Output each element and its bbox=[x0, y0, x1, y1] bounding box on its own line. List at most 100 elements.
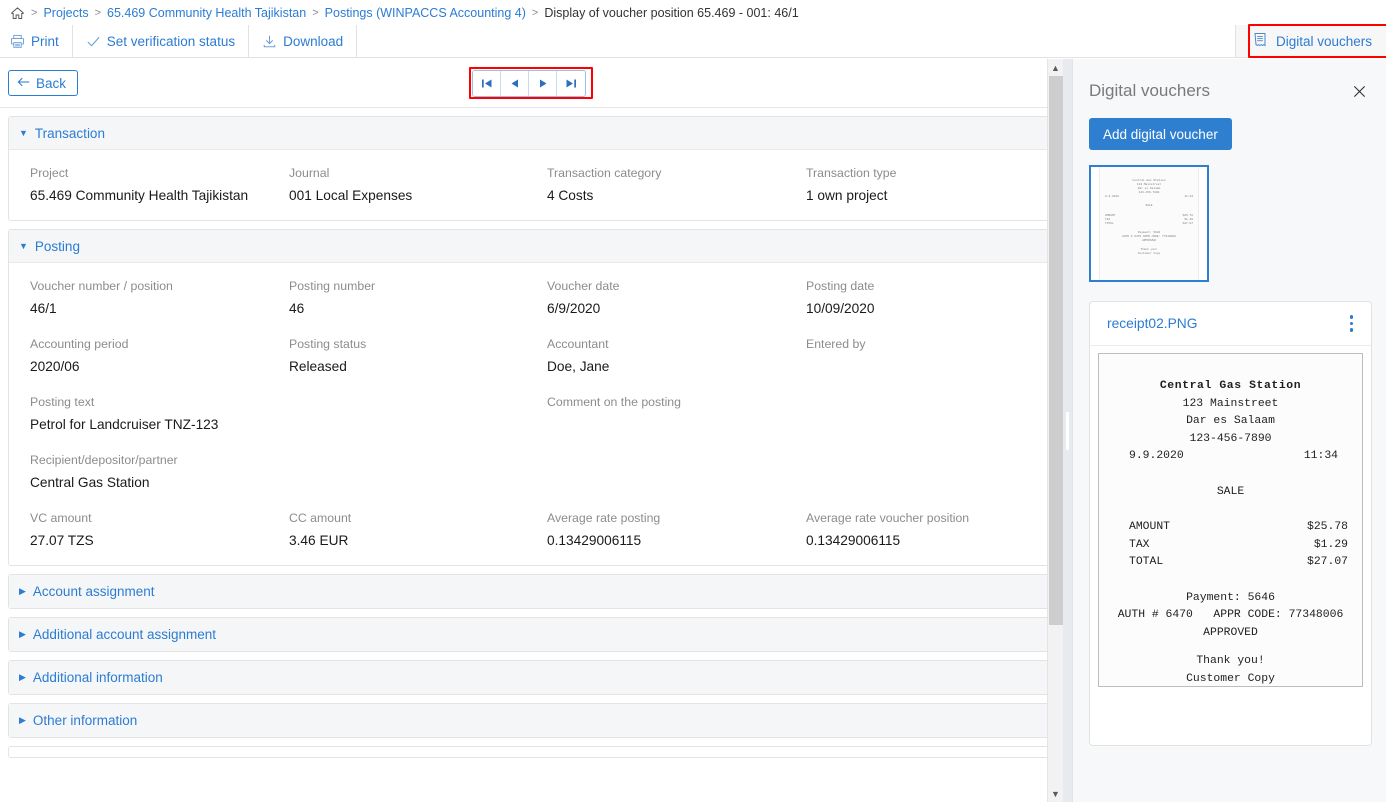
section-other-information-header[interactable]: ▶ Other information bbox=[9, 704, 1054, 737]
scrollbar-thumb[interactable] bbox=[1049, 76, 1063, 625]
section-additional-account-assignment-header[interactable]: ▶ Additional account assignment bbox=[9, 618, 1054, 651]
digital-vouchers-header: Digital vouchers bbox=[1073, 59, 1386, 107]
download-icon bbox=[262, 34, 277, 49]
breadcrumb-item-projects[interactable]: Projects bbox=[43, 6, 88, 20]
breadcrumb-item-postings[interactable]: Postings (WINPACCS Accounting 4) bbox=[325, 6, 526, 20]
field-label: Posting date bbox=[806, 279, 1044, 293]
field-label: Project bbox=[30, 166, 268, 180]
section-additional-account-assignment-title: Additional account assignment bbox=[33, 627, 216, 642]
breadcrumb-item-project[interactable]: 65.469 Community Health Tajikistan bbox=[107, 6, 306, 20]
pager-previous-button[interactable] bbox=[501, 71, 529, 96]
print-button[interactable]: Print bbox=[0, 25, 73, 57]
receipt-time: 11:34 bbox=[1304, 448, 1338, 466]
add-digital-voucher-button[interactable]: Add digital voucher bbox=[1089, 118, 1232, 150]
field-value: 4 Costs bbox=[547, 188, 785, 206]
back-label: Back bbox=[36, 76, 66, 91]
voucher-icon bbox=[1252, 32, 1268, 51]
section-posting-body: Voucher number / position 46/1 Posting n… bbox=[9, 263, 1054, 565]
field-label: Transaction category bbox=[547, 166, 785, 180]
toolbar-right-group: Digital vouchers bbox=[1235, 25, 1386, 57]
receipt-line: TOTAL $27.07 bbox=[1129, 554, 1348, 572]
toolbar: Print Set verification status Download D… bbox=[0, 25, 1386, 58]
section-transaction-header[interactable]: ▼ Transaction bbox=[9, 117, 1054, 150]
breadcrumb-separator-1: > bbox=[95, 7, 101, 19]
digital-vouchers-title: Digital vouchers bbox=[1089, 81, 1210, 101]
field-comment-on-posting: Comment on the posting bbox=[526, 395, 1043, 435]
section-account-assignment: ▶ Account assignment bbox=[8, 574, 1055, 609]
receipt-street: 123 Mainstreet bbox=[1107, 396, 1354, 414]
digital-voucher-document[interactable]: Central Gas Station 123 Mainstreet Dar e… bbox=[1098, 353, 1363, 687]
receipt-type: SALE bbox=[1107, 484, 1354, 502]
field-value: 0.13429006115 bbox=[806, 533, 1044, 551]
field-value: 0.13429006115 bbox=[547, 533, 785, 551]
voucher-filename-link[interactable]: receipt02.PNG bbox=[1107, 316, 1198, 331]
field-value bbox=[547, 417, 1043, 435]
field-posting-status: Posting status Released bbox=[268, 337, 526, 377]
field-value: 46 bbox=[289, 301, 526, 319]
receipt-phone: 123-456-7890 bbox=[1107, 431, 1354, 449]
mini-time: 11:34 bbox=[1184, 195, 1193, 199]
pane-splitter[interactable] bbox=[1063, 59, 1072, 802]
field-cc-amount: CC amount 3.46 EUR bbox=[268, 511, 526, 551]
field-label: Voucher number / position bbox=[30, 279, 268, 293]
scroll-up-arrow[interactable]: ▲ bbox=[1048, 59, 1063, 76]
receipt-city: Dar es Salaam bbox=[1107, 413, 1354, 431]
section-posting-header[interactable]: ▼ Posting bbox=[9, 230, 1054, 263]
digital-voucher-document-wrap: Central Gas Station 123 Mainstreet Dar e… bbox=[1090, 346, 1371, 687]
receipt-merchant: Central Gas Station bbox=[1107, 378, 1354, 396]
caret-right-icon: ▶ bbox=[19, 716, 26, 725]
field-label: Average rate voucher position bbox=[806, 511, 1044, 525]
section-account-assignment-header[interactable]: ▶ Account assignment bbox=[9, 575, 1054, 608]
field-accountant: Accountant Doe, Jane bbox=[526, 337, 785, 377]
field-posting-date: Posting date 10/09/2020 bbox=[785, 279, 1044, 319]
pager-last-button[interactable] bbox=[557, 71, 585, 96]
set-verification-status-button[interactable]: Set verification status bbox=[73, 25, 249, 57]
digital-vouchers-toggle-button[interactable]: Digital vouchers bbox=[1235, 25, 1386, 57]
field-label: Entered by bbox=[806, 337, 1044, 351]
caret-down-icon: ▼ bbox=[19, 242, 28, 251]
receipt-line-value: $1.29 bbox=[1314, 537, 1348, 555]
field-value: 001 Local Expenses bbox=[289, 188, 526, 206]
field-value: 27.07 TZS bbox=[30, 533, 268, 551]
receipt-line-label: TOTAL bbox=[1129, 554, 1163, 572]
section-additional-information-header[interactable]: ▶ Additional information bbox=[9, 661, 1054, 694]
field-row: Project 65.469 Community Health Tajikist… bbox=[9, 160, 1054, 206]
home-icon[interactable] bbox=[10, 6, 25, 21]
section-partial-next bbox=[8, 746, 1055, 758]
back-button[interactable]: Back bbox=[8, 70, 78, 96]
field-label: Average rate posting bbox=[547, 511, 785, 525]
pager-next-button[interactable] bbox=[529, 71, 557, 96]
field-label: Voucher date bbox=[547, 279, 785, 293]
printer-icon bbox=[10, 34, 25, 49]
receipt-line-label: TAX bbox=[1129, 537, 1150, 555]
field-transaction-type: Transaction type 1 own project bbox=[785, 166, 1044, 206]
pager-first-button[interactable] bbox=[473, 71, 501, 96]
close-icon[interactable] bbox=[1348, 80, 1370, 102]
kebab-menu-icon[interactable] bbox=[1346, 311, 1358, 336]
breadcrumb-separator-2: > bbox=[312, 7, 318, 19]
section-additional-information: ▶ Additional information bbox=[8, 660, 1055, 695]
voucher-thumbnail[interactable]: Central Gas Station 123 Mainstreet Dar e… bbox=[1089, 165, 1209, 282]
scroll-down-arrow[interactable]: ▼ bbox=[1048, 785, 1063, 802]
download-button[interactable]: Download bbox=[249, 25, 357, 57]
field-value: Central Gas Station bbox=[30, 475, 526, 493]
field-posting-text: Posting text Petrol for Landcruiser TNZ-… bbox=[9, 395, 526, 435]
field-row: Posting text Petrol for Landcruiser TNZ-… bbox=[9, 377, 1054, 435]
receipt-line-label: AMOUNT bbox=[1129, 519, 1170, 537]
receipt-line: TAX $1.29 bbox=[1129, 537, 1348, 555]
receipt-amounts: AMOUNT $25.78 TAX $1.29 TOTAL $27.07 bbox=[1107, 519, 1354, 572]
arrow-left-icon bbox=[17, 76, 31, 91]
section-additional-information-title: Additional information bbox=[33, 670, 163, 685]
breadcrumb-separator-0: > bbox=[31, 7, 37, 19]
field-value: 6/9/2020 bbox=[547, 301, 785, 319]
digital-voucher-card: receipt02.PNG Central Gas Station 123 Ma… bbox=[1089, 301, 1372, 746]
breadcrumb: > Projects > 65.469 Community Health Taj… bbox=[0, 0, 1386, 25]
record-pager bbox=[472, 70, 586, 97]
mini-copy: Customer Copy bbox=[1105, 252, 1193, 256]
voucher-detail-pane: Back bbox=[0, 59, 1063, 802]
vertical-scrollbar[interactable]: ▲ ▼ bbox=[1047, 59, 1063, 802]
mini-line-value: $27.07 bbox=[1183, 222, 1193, 226]
section-posting: ▼ Posting Voucher number / position 46/1… bbox=[8, 229, 1055, 566]
field-label: Comment on the posting bbox=[547, 395, 1043, 409]
receipt-copy: Customer Copy bbox=[1107, 671, 1354, 688]
